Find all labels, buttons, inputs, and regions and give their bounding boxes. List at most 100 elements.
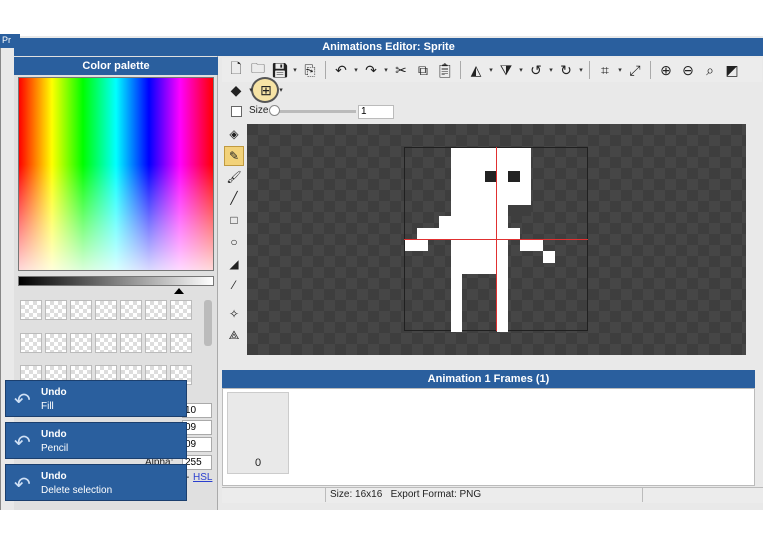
vertical-guide [496,147,497,331]
zoom-in-icon[interactable]: ⊕ [656,60,676,80]
flip-vertical-icon[interactable]: ⧩ [496,60,516,80]
sprite-pixel [439,216,451,228]
toolbar-divider [460,61,461,79]
toolbar-divider [589,61,590,79]
swatch[interactable] [45,300,67,320]
swatch[interactable] [95,300,117,320]
status-divider [642,488,643,502]
layers-icon[interactable]: ◆ [226,80,246,100]
swatch[interactable] [145,300,167,320]
snap-grid-icon[interactable]: ⊞ [256,80,276,100]
palette-scrollbar[interactable] [204,300,212,346]
chevron-down-icon[interactable]: ▾ [278,86,284,94]
color-palette-title: Color palette [14,57,218,75]
toast-subtitle: Fill [41,401,54,412]
fill-bucket-icon[interactable]: ◢ [224,254,244,274]
swatch[interactable] [170,300,192,320]
size-checkbox[interactable] [231,106,242,117]
swatch[interactable] [145,332,167,353]
swatch[interactable] [45,332,67,353]
zoom-out-icon[interactable]: ⊖ [678,60,698,80]
paste-icon[interactable]: 📋︎ [435,60,455,80]
brightness-ramp[interactable] [18,276,214,286]
chevron-down-icon[interactable]: ▾ [617,66,623,74]
redo-icon[interactable]: ↷ [361,60,381,80]
chevron-down-icon[interactable]: ▾ [518,66,524,74]
chevron-down-icon[interactable]: ▾ [578,66,584,74]
frames-panel-title: Animation 1 Frames (1) [222,370,755,388]
toggle-grid-icon[interactable]: ◩ [722,60,742,80]
resize-icon[interactable]: ⤢ [625,60,645,80]
toast-title: Undo [41,387,67,398]
ellipse-icon[interactable]: ○ [224,232,244,252]
swatch[interactable] [120,300,142,320]
size-input[interactable]: 1 [358,105,394,119]
undo-toast[interactable]: ↶ Undo Pencil [5,422,187,459]
export-icon[interactable]: ⎘ [300,60,320,80]
sprite-eye [508,171,520,182]
color-spectrum[interactable] [18,77,214,271]
swatch[interactable] [70,300,92,320]
size-slider[interactable] [270,110,356,113]
cut-icon[interactable]: ✂ [391,60,411,80]
swatch[interactable] [95,332,117,353]
frames-panel [222,388,755,486]
nodes-icon[interactable]: ⟁ [224,325,244,345]
undo-icon: ↶ [14,432,31,454]
chevron-down-icon[interactable]: ▾ [353,66,359,74]
brush-icon[interactable]: 🖌︎ [224,167,244,187]
flip-horizontal-icon[interactable]: ◭ [466,60,486,80]
status-divider [325,488,326,502]
undo-toast[interactable]: ↶ Undo Fill [5,380,187,417]
crop-icon[interactable]: ⌗ [595,60,615,80]
undo-icon[interactable]: ↶ [331,60,351,80]
toast-title: Undo [41,429,67,440]
size-label: Size [249,105,269,116]
toolbar-divider [650,61,651,79]
size-slider-thumb[interactable] [269,105,280,116]
chevron-down-icon[interactable]: ▾ [248,86,254,94]
sprite-pixel [405,240,428,251]
save-icon[interactable]: 💾︎ [270,60,290,80]
window-title: Animations Editor: Sprite [14,38,763,56]
undo-toast[interactable]: ↶ Undo Delete selection [5,464,187,501]
eraser-icon[interactable]: ◈ [224,124,244,144]
frame-number: 0 [254,457,262,469]
sprite-pixel [497,274,508,332]
line-icon[interactable]: ╱ [224,188,244,208]
rectangle-icon[interactable]: □ [224,210,244,230]
sprite-mouth [508,205,531,216]
toast-subtitle: Delete selection [41,485,113,496]
main-toolbar: 🗋 🗀 💾︎ ▾ ⎘ ↶ ▾ ↷ ▾ ✂ ⧉ 📋︎ ◭ ▾ ⧩ ▾ ↺ ▾ ↻ … [222,58,762,82]
chevron-down-icon[interactable]: ▾ [548,66,554,74]
rotate-left-icon[interactable]: ↺ [526,60,546,80]
toast-title: Undo [41,471,67,482]
toast-subtitle: Pencil [41,443,69,454]
chevron-down-icon[interactable]: ▾ [488,66,494,74]
swatch[interactable] [20,300,42,320]
swatch[interactable] [170,332,192,353]
sprite-pixel [543,251,555,263]
swatch[interactable] [70,332,92,353]
undo-icon: ↶ [14,474,31,496]
rotate-right-icon[interactable]: ↻ [556,60,576,80]
chevron-down-icon[interactable]: ▾ [292,66,298,74]
pencil-icon[interactable]: ✎ [224,146,244,166]
new-file-icon[interactable]: 🗋 [226,60,246,80]
zoom-fit-icon[interactable]: ⌕ [700,60,720,80]
undo-icon: ↶ [14,390,31,412]
toolbar-divider [325,61,326,79]
secondary-toolbar: ◆ ▾ ⊞ ▾ [222,80,302,100]
hsl-link[interactable]: HSL [193,472,212,483]
sprite-pixel [451,274,462,332]
select-icon[interactable]: ✧ [224,304,244,324]
status-bar [222,487,763,503]
ramp-marker-icon[interactable] [174,288,184,294]
swatch[interactable] [120,332,142,353]
copy-icon[interactable]: ⧉ [413,60,433,80]
swatch[interactable] [20,332,42,353]
tool-column: ◈ ✎ 🖌︎ ╱ □ ○ ◢ ⁄ ✧ ⟁ [224,124,244,344]
status-text: Size: 16x16 Export Format: PNG [330,489,482,500]
chevron-down-icon[interactable]: ▾ [383,66,389,74]
eyedropper-icon[interactable]: ⁄ [224,275,244,295]
